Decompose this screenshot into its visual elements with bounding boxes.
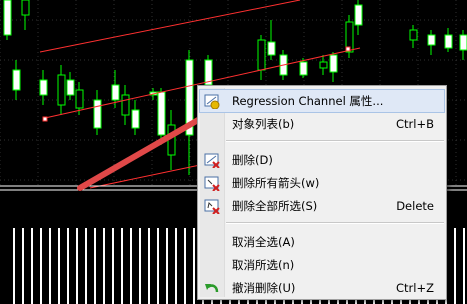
undo-icon — [204, 280, 220, 296]
menu-item-8[interactable]: 撤消删除(U) Ctrl+Z — [200, 277, 444, 299]
candlestick — [39, 70, 48, 105]
candlestick — [444, 28, 453, 52]
candlestick — [267, 20, 276, 60]
delete-arrows-icon — [204, 175, 220, 192]
menu-item-shortcut: Ctrl+B — [396, 117, 434, 131]
candlestick — [57, 65, 66, 115]
menu-item-4[interactable]: 删除所有箭头(w) — [200, 172, 444, 194]
menu-item-6[interactable]: 取消全选(A) — [200, 231, 444, 253]
candlestick — [121, 85, 130, 125]
menu-item-label: 对象列表(b) — [232, 117, 295, 131]
channel-anchor-point[interactable] — [345, 46, 351, 52]
menu-item-label: 删除所有箭头(w) — [232, 176, 320, 190]
delete-selected-icon — [204, 198, 220, 215]
regression-channel-lower-line[interactable] — [89, 164, 201, 189]
menu-item-2[interactable]: 对象列表(b) Ctrl+B — [200, 113, 444, 135]
menu-item-label: 取消全选(A) — [232, 235, 295, 249]
candlestick — [459, 30, 467, 60]
menu-separator — [226, 140, 444, 142]
menu-item-label: 删除全部所选(S) — [232, 199, 318, 213]
candlestick — [93, 90, 102, 135]
menu-separator — [226, 222, 444, 224]
menu-item-shortcut: Ctrl+Z — [396, 281, 434, 295]
menu-item-shortcut: Delete — [396, 199, 434, 213]
menu-item-label: 撤消删除(U) — [232, 281, 296, 295]
candlestick — [131, 100, 140, 135]
menu-item-1[interactable]: Regression Channel 属性... — [199, 89, 445, 113]
menu-item-label: 取消所选(n) — [232, 258, 295, 272]
candlestick — [319, 55, 328, 75]
channel-anchor-point[interactable] — [42, 116, 48, 122]
delete-object-icon — [204, 152, 220, 169]
candlestick — [3, 0, 12, 40]
menu-item-5[interactable]: 删除全部所选(S) Delete — [200, 195, 444, 217]
candlestick — [21, 0, 30, 30]
menu-item-label: Regression Channel 属性... — [232, 94, 384, 108]
context-menu: Regression Channel 属性... 对象列表(b) Ctrl+B 删除(… — [197, 85, 447, 300]
candlestick — [409, 25, 418, 48]
menu-item-3[interactable]: 删除(D) — [200, 149, 444, 171]
regression-properties-icon — [204, 93, 220, 110]
menu-item-label: 删除(D) — [232, 153, 273, 167]
candlestick — [185, 50, 194, 175]
candlestick — [66, 72, 75, 100]
menu-item-7[interactable]: 取消所选(n) — [200, 254, 444, 276]
candlestick — [345, 15, 354, 58]
candlestick — [354, 0, 363, 35]
candlestick — [12, 60, 21, 100]
candlestick — [257, 35, 266, 80]
candlestick — [427, 30, 436, 55]
candlestick — [329, 52, 338, 82]
